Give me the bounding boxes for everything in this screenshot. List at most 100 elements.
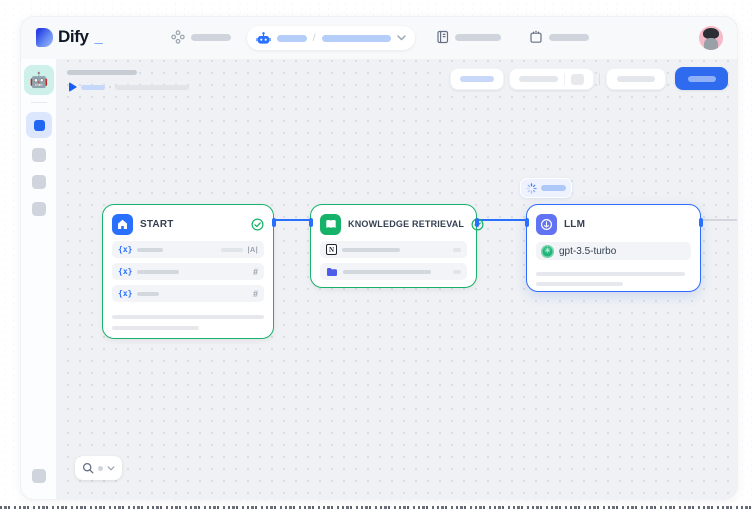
node-title: START xyxy=(140,219,174,230)
node-title: KNOWLEDGE RETRIEVAL xyxy=(348,219,464,229)
move-icon xyxy=(171,30,185,44)
node-llm[interactable]: LLM ✳ gpt-3.5-turbo xyxy=(526,204,701,292)
skeleton-bar xyxy=(460,76,494,82)
toolbar-divider xyxy=(599,73,600,85)
sidebar-item-skeleton[interactable] xyxy=(32,175,46,189)
openai-icon: ✳ xyxy=(541,245,554,258)
type-number-icon: # xyxy=(253,267,258,277)
variable-row: {x} |A| xyxy=(112,241,264,258)
target-handle[interactable] xyxy=(309,218,313,227)
node-start-header: START xyxy=(112,213,264,235)
skeleton-bar xyxy=(342,248,400,252)
skeleton-bar xyxy=(191,34,231,41)
avatar[interactable] xyxy=(699,26,723,50)
dot-separator xyxy=(109,86,111,88)
docs-skeleton-group[interactable] xyxy=(436,30,501,44)
run-status-row[interactable] xyxy=(69,82,189,92)
skeleton-bar xyxy=(277,35,307,42)
bot-icon xyxy=(256,31,271,46)
description-skeleton xyxy=(112,326,199,330)
skeleton-bar xyxy=(137,270,179,274)
skeleton-bar xyxy=(455,34,501,41)
skeleton-bar xyxy=(137,292,159,296)
sidebar-item-skeleton[interactable] xyxy=(32,148,46,162)
avatar-body xyxy=(704,38,718,50)
play-icon xyxy=(69,82,77,92)
source-handle[interactable] xyxy=(475,218,479,227)
model-row: ✳ gpt-3.5-turbo xyxy=(536,242,691,260)
sidebar-item-skeleton[interactable] xyxy=(32,202,46,216)
edge-start-to-knowledge xyxy=(273,219,311,221)
node-start[interactable]: START {x} |A| {x} # {x} # xyxy=(102,204,274,339)
breadcrumb-separator: / xyxy=(313,33,316,44)
folder-icon xyxy=(326,267,338,277)
llm-icon xyxy=(536,214,557,235)
skeleton-bar xyxy=(453,270,461,274)
skeleton-bar xyxy=(688,76,716,82)
node-running-badge xyxy=(520,178,572,198)
description-skeleton xyxy=(112,315,264,319)
book-icon xyxy=(320,214,341,235)
sidebar-item-skeleton-bottom[interactable] xyxy=(32,469,46,483)
source-handle[interactable] xyxy=(699,218,703,227)
left-sidebar: 🤖 xyxy=(21,59,57,499)
zoom-level-skeleton xyxy=(98,466,103,471)
top-header: Dify _ / xyxy=(21,17,737,59)
edge-llm-outgoing xyxy=(702,219,737,221)
node-knowledge-retrieval[interactable]: KNOWLEDGE RETRIEVAL N xyxy=(310,204,477,288)
notebook-icon xyxy=(436,30,449,44)
skeleton-bar xyxy=(617,76,655,82)
workflow-icon xyxy=(34,120,45,131)
skeleton-bar xyxy=(343,270,431,274)
skeleton-bar xyxy=(541,185,566,191)
app-breadcrumb-pill[interactable]: / xyxy=(247,26,415,50)
sidebar-item-workflow-active[interactable] xyxy=(26,112,52,138)
publish-button[interactable] xyxy=(675,67,728,90)
variable-icon: {x} xyxy=(118,267,132,276)
notion-icon: N xyxy=(326,244,337,255)
variable-row: {x} # xyxy=(112,263,264,280)
workflow-canvas[interactable]: START {x} |A| {x} # {x} # xyxy=(57,59,736,499)
description-skeleton xyxy=(536,272,685,276)
node-knowledge-header: KNOWLEDGE RETRIEVAL xyxy=(320,213,467,235)
search-icon xyxy=(82,462,94,474)
dataset-row xyxy=(320,263,467,280)
node-llm-header: LLM xyxy=(536,213,691,235)
type-number-icon: # xyxy=(253,289,258,299)
skeleton-bar xyxy=(81,85,105,90)
spinner-icon xyxy=(526,183,537,194)
chevron-down-icon xyxy=(397,35,406,41)
variable-icon: {x} xyxy=(118,245,132,254)
toolbar-button-history[interactable] xyxy=(509,68,594,90)
skeleton-bar xyxy=(549,34,589,41)
skeleton-bar xyxy=(322,35,391,42)
dataset-row: N xyxy=(320,241,467,258)
calendar-icon xyxy=(529,30,543,44)
type-string-icon: |A| xyxy=(247,245,258,254)
variable-icon: {x} xyxy=(118,289,132,298)
variable-row: {x} # xyxy=(112,285,264,302)
workspace-switcher-skeleton[interactable] xyxy=(171,30,231,44)
toolbar-button-run[interactable] xyxy=(606,68,666,90)
target-handle[interactable] xyxy=(525,218,529,227)
toolbar-button-features[interactable] xyxy=(450,68,504,90)
app-icon[interactable]: 🤖 xyxy=(24,65,54,95)
skeleton-bar xyxy=(519,76,558,82)
check-circle-icon xyxy=(251,218,264,231)
app-window: Dify _ / xyxy=(20,16,738,500)
dify-logo[interactable]: Dify _ xyxy=(36,27,103,47)
skeleton-bar xyxy=(137,248,163,252)
chevron-down-icon xyxy=(107,466,115,471)
sidebar-divider xyxy=(31,102,47,103)
home-icon xyxy=(112,214,133,235)
skeleton-bar xyxy=(221,248,243,252)
source-handle[interactable] xyxy=(272,218,276,227)
button-divider xyxy=(564,73,565,85)
model-name: gpt-3.5-turbo xyxy=(559,246,616,257)
updates-skeleton-group[interactable] xyxy=(529,30,589,44)
icon-placeholder xyxy=(571,74,584,85)
zoom-control[interactable] xyxy=(75,456,122,480)
skeleton-bar xyxy=(453,248,461,252)
screenshot-noise-artifact xyxy=(0,506,752,509)
node-title: LLM xyxy=(564,219,585,230)
